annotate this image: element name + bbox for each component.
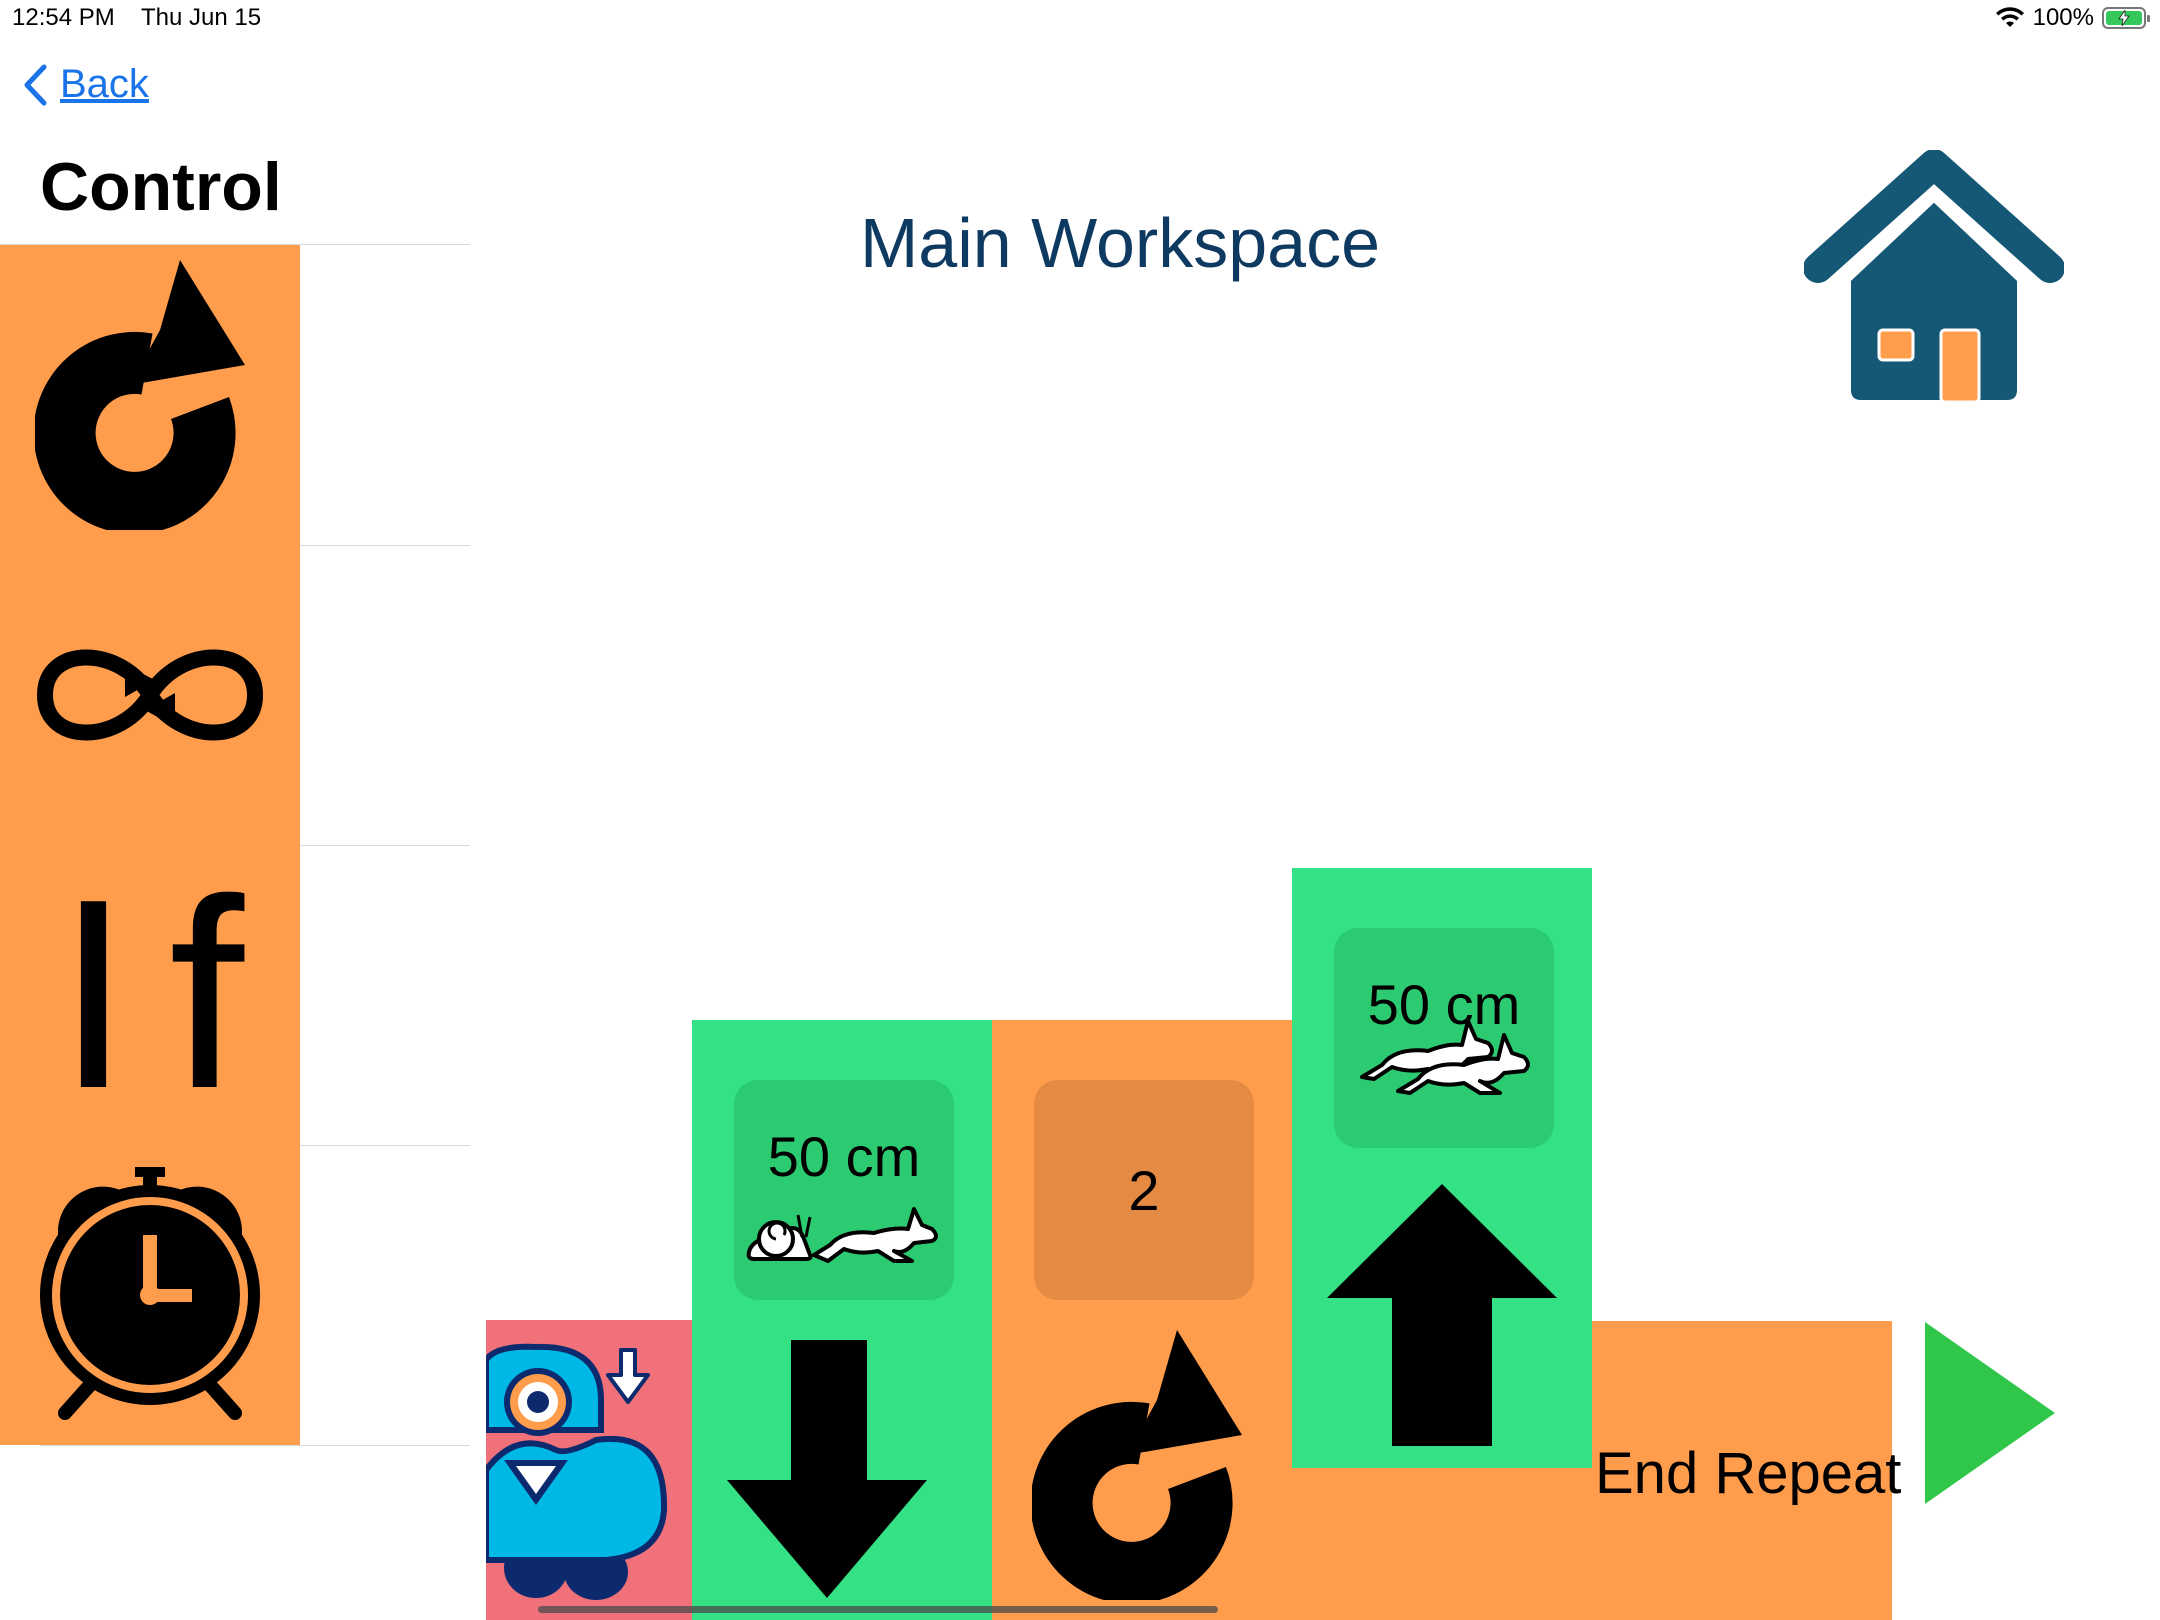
play-icon bbox=[1925, 1322, 2055, 1504]
robot-start-icon bbox=[486, 1343, 668, 1600]
repeat-arrow-icon bbox=[1032, 1330, 1242, 1600]
palette-item-repeat[interactable] bbox=[0, 245, 470, 546]
palette-item-wait[interactable] bbox=[0, 1145, 470, 1446]
workspace-title: Main Workspace bbox=[860, 204, 1381, 282]
battery-icon bbox=[2102, 7, 2150, 29]
home-icon bbox=[1798, 144, 2070, 404]
move-forward-params[interactable]: 50 cm bbox=[1334, 928, 1554, 1148]
palette-block-wait[interactable] bbox=[0, 1145, 300, 1445]
play-button[interactable] bbox=[1925, 1322, 2055, 1509]
status-bar-left: 12:54 PM Thu Jun 15 bbox=[12, 4, 281, 32]
home-button[interactable] bbox=[1798, 144, 2070, 415]
repeat-count: 2 bbox=[1128, 1158, 1160, 1222]
medium-speed-icon bbox=[746, 1207, 938, 1263]
if-label: If bbox=[55, 844, 283, 1145]
palette-block-repeat[interactable] bbox=[0, 245, 300, 545]
end-repeat-label: End Repeat bbox=[1595, 1441, 1902, 1506]
move-forward-block[interactable]: 50 cm bbox=[1292, 868, 1592, 1468]
start-block[interactable] bbox=[486, 1320, 692, 1620]
repeat-arrow-icon bbox=[35, 260, 245, 530]
down-arrow-icon bbox=[727, 1340, 927, 1598]
chevron-left-icon bbox=[24, 64, 47, 105]
battery-percent: 100% bbox=[2032, 4, 2094, 31]
repeat-block[interactable]: 2 bbox=[992, 1020, 1292, 1620]
move-backward-block[interactable]: 50 cm bbox=[692, 1020, 992, 1620]
palette-block-if[interactable]: If bbox=[0, 845, 300, 1145]
back-button[interactable]: Back bbox=[22, 62, 149, 107]
repeat-count-param[interactable]: 2 bbox=[1034, 1080, 1254, 1300]
section-title: Control bbox=[40, 149, 282, 225]
status-time: 12:54 PM bbox=[12, 4, 115, 31]
status-bar-right: 100% bbox=[1995, 4, 2150, 32]
alarm-clock-icon bbox=[40, 1167, 260, 1420]
home-indicator bbox=[538, 1606, 1218, 1613]
up-arrow-icon bbox=[1327, 1184, 1557, 1446]
palette-item-forever[interactable] bbox=[0, 545, 470, 846]
wifi-icon bbox=[1995, 7, 2024, 27]
fast-speed-icon bbox=[1360, 1019, 1530, 1095]
infinity-loop-icon bbox=[36, 649, 264, 741]
back-label[interactable]: Back bbox=[60, 62, 149, 107]
palette-item-if[interactable]: If bbox=[0, 845, 470, 1146]
palette-block-forever[interactable] bbox=[0, 545, 300, 845]
move-backward-distance: 50 cm bbox=[767, 1125, 921, 1188]
status-date: Thu Jun 15 bbox=[140, 4, 262, 31]
move-backward-params[interactable]: 50 cm bbox=[734, 1080, 954, 1300]
